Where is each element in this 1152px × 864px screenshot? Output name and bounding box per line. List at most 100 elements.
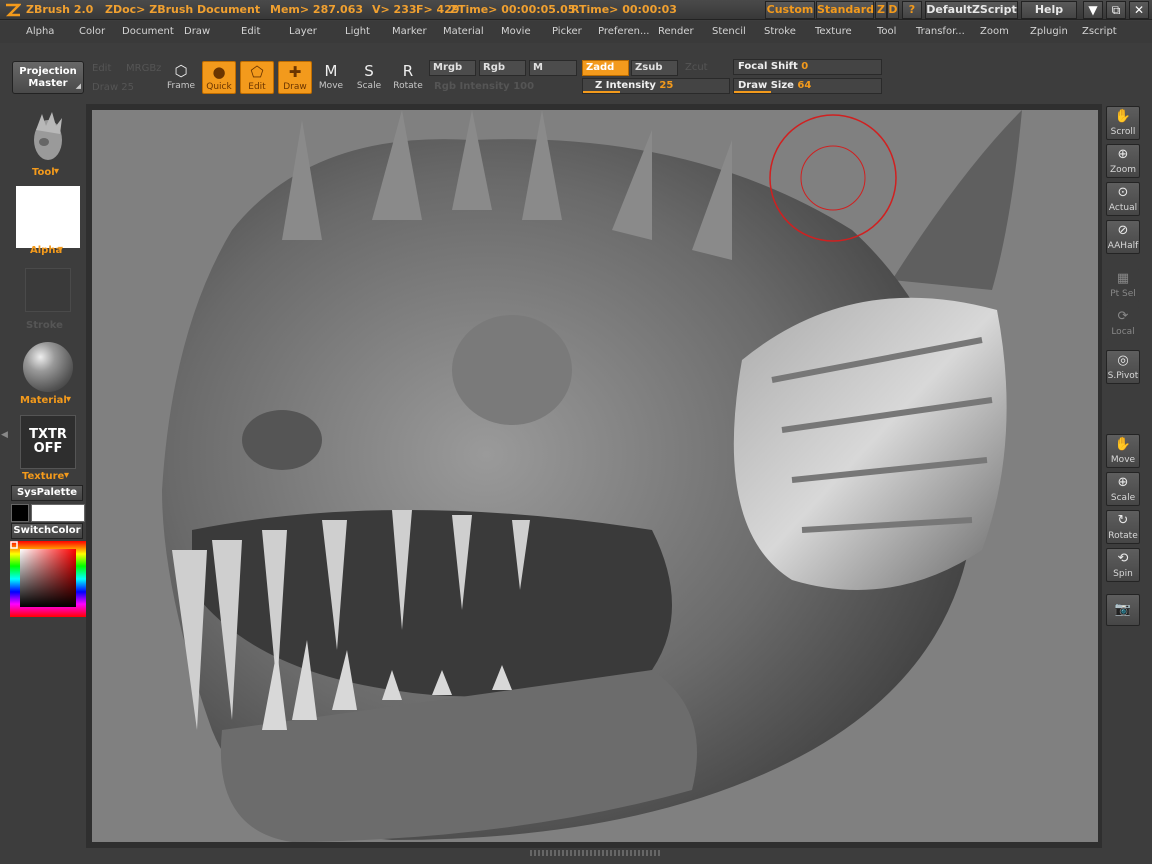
snapshot-button[interactable]: 📷 [1106, 594, 1140, 626]
mrgbz-dim: MRGBz [126, 63, 162, 74]
switchcolor-button[interactable]: SwitchColor [11, 523, 83, 539]
minimize-button[interactable]: ▼ [1083, 1, 1103, 19]
secondary-color-swatch[interactable] [31, 504, 85, 522]
alpha-dropdown-icon[interactable]: ▾ [58, 244, 63, 255]
frame-button[interactable]: ⬡ Frame [164, 61, 198, 94]
draw-size-value: 64 [797, 80, 812, 91]
primary-color-swatch[interactable] [11, 504, 29, 522]
menu-zscript[interactable]: Zscript [1082, 26, 1117, 37]
menu-movie[interactable]: Movie [501, 26, 531, 37]
m-button[interactable]: M [529, 60, 577, 76]
tool-dropdown-icon[interactable]: ▾ [54, 166, 59, 177]
menu-alpha[interactable]: Alpha [26, 26, 54, 37]
help-question-button[interactable]: ? [902, 1, 922, 19]
move-view-label: Move [1110, 455, 1136, 465]
rotate-view-button[interactable]: ↻ Rotate [1106, 510, 1140, 544]
texture-label[interactable]: Texture [22, 471, 64, 482]
zoom-button[interactable]: ⊕ Zoom [1106, 144, 1140, 178]
d-button[interactable]: D [887, 1, 899, 19]
quick-button[interactable]: ● Quick [202, 61, 236, 94]
move-button[interactable]: M Move [314, 61, 348, 94]
edit-mode-dim: Edit [92, 63, 112, 74]
menu-document[interactable]: Document [122, 26, 174, 37]
material-label[interactable]: Material [20, 395, 67, 406]
ptsel-button[interactable]: ▦ Pt Sel [1106, 268, 1140, 302]
menu-color[interactable]: Color [79, 26, 105, 37]
menu-draw[interactable]: Draw [184, 26, 210, 37]
frame-icon: ⬡ [174, 62, 188, 80]
menu-zplugin[interactable]: Zplugin [1030, 26, 1068, 37]
texture-dropdown-icon[interactable]: ▾ [64, 470, 69, 481]
menu-stencil[interactable]: Stencil [712, 26, 746, 37]
z-intensity-label: Z Intensity [595, 80, 656, 91]
menu-layer[interactable]: Layer [289, 26, 317, 37]
document-title: ZDoc> ZBrush Document [105, 3, 261, 16]
corner-arrow-icon: ◢ [75, 82, 81, 90]
menu-zoom[interactable]: Zoom [980, 26, 1009, 37]
rgb-button[interactable]: Rgb [479, 60, 526, 76]
spivot-label: S.Pivot [1107, 371, 1139, 381]
frame-label: Frame [166, 81, 196, 91]
left-panel-arrow-icon[interactable]: ◀ [1, 430, 8, 440]
focal-shift-slider[interactable]: Focal Shift 0 [733, 59, 882, 75]
menu-light[interactable]: Light [345, 26, 370, 37]
document-canvas[interactable] [92, 110, 1098, 842]
menu-marker[interactable]: Marker [392, 26, 427, 37]
tool-label[interactable]: Tool [32, 167, 55, 178]
texture-thumbnail[interactable]: TXTR OFF [20, 415, 76, 469]
ptsel-icon: ▦ [1116, 271, 1130, 286]
scale-button[interactable]: S Scale [352, 61, 386, 94]
standard-ui-button[interactable]: Standard [816, 1, 874, 19]
focal-shift-label: Focal Shift [738, 61, 798, 72]
draw-size-slider[interactable]: Draw Size 64 [733, 78, 882, 94]
scroll-label: Scroll [1110, 127, 1136, 137]
default-zscript-button[interactable]: DefaultZScript [925, 1, 1018, 19]
material-sphere[interactable] [23, 342, 73, 392]
mem-readout: Mem> 287.063 [270, 3, 364, 16]
zoom-label: Zoom [1110, 165, 1136, 175]
custom-ui-button[interactable]: Custom [765, 1, 815, 19]
menu-texture[interactable]: Texture [815, 26, 852, 37]
syspalette-button[interactable]: SysPalette [11, 485, 83, 501]
help-button[interactable]: Help [1021, 1, 1077, 19]
z-button[interactable]: Z [875, 1, 887, 19]
menu-render[interactable]: Render [658, 26, 694, 37]
color-picker[interactable] [10, 541, 86, 617]
material-dropdown-icon[interactable]: ▾ [66, 394, 71, 405]
tool-thumbnail[interactable] [26, 108, 70, 166]
menu-transform[interactable]: Transfor... [916, 26, 965, 37]
menu-stroke[interactable]: Stroke [764, 26, 796, 37]
ztime-readout: ZTime> 00:00:05.05 [450, 3, 576, 16]
draw-button[interactable]: ✚ Draw [278, 61, 312, 94]
menu-edit[interactable]: Edit [241, 26, 260, 37]
rgb-intensity-slider: Rgb Intensity 100 [429, 79, 579, 95]
z-intensity-slider[interactable]: Z Intensity 25 [582, 78, 730, 94]
edit-button[interactable]: ⬠ Edit [240, 61, 274, 94]
alpha-thumbnail[interactable] [16, 186, 80, 248]
projection-master-button[interactable]: Projection Master ◢ [12, 61, 84, 94]
spivot-button[interactable]: ◎ S.Pivot [1106, 350, 1140, 384]
bottom-tray-handle[interactable] [530, 850, 660, 856]
restore-button[interactable]: ⧉ [1106, 1, 1126, 19]
menu-tool[interactable]: Tool [877, 26, 896, 37]
scale-view-button[interactable]: ⊕ Scale [1106, 472, 1140, 506]
spin-button[interactable]: ⟲ Spin [1106, 548, 1140, 582]
mrgb-button[interactable]: Mrgb [429, 60, 476, 76]
vertex-readout: V> 233 [372, 3, 417, 16]
zoom-icon: ⊕ [1117, 147, 1129, 162]
menu-preferences[interactable]: Preferen... [598, 26, 650, 37]
move-view-button[interactable]: ✋ Move [1106, 434, 1140, 468]
menu-picker[interactable]: Picker [552, 26, 582, 37]
title-bar: ZBrush 2.0 ZDoc> ZBrush Document Mem> 28… [0, 0, 1152, 20]
local-button[interactable]: ⟳ Local [1106, 306, 1140, 340]
rotate-button[interactable]: R Rotate [391, 61, 425, 94]
snapshot-icon: 📷 [1114, 602, 1132, 617]
actual-button[interactable]: ⊙ Actual [1106, 182, 1140, 216]
scale-icon: S [364, 62, 374, 80]
close-button[interactable]: ✕ [1129, 1, 1149, 19]
scroll-button[interactable]: ✋ Scroll [1106, 106, 1140, 140]
aahalf-button[interactable]: ⊘ AAHalf [1106, 220, 1140, 254]
zadd-button[interactable]: Zadd [582, 60, 629, 76]
zsub-button[interactable]: Zsub [631, 60, 678, 76]
menu-material[interactable]: Material [443, 26, 484, 37]
